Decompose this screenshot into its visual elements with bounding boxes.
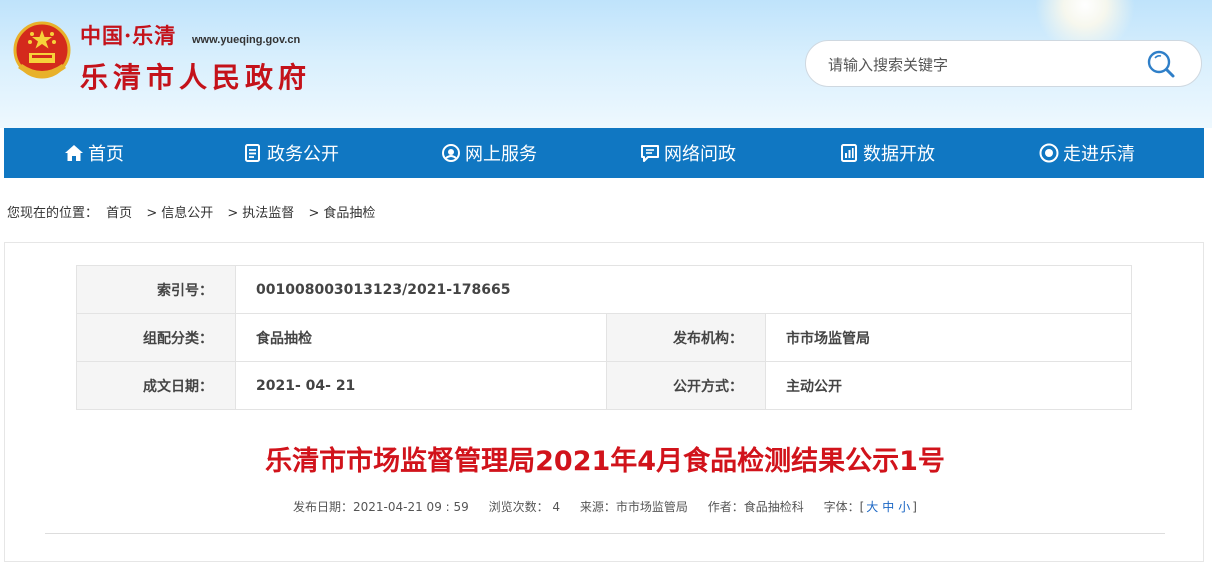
nav-item-open-data[interactable]: 数据开放 [839,128,935,178]
article-source: 来源：市市场监管局 [579,500,688,514]
nav-label: 数据开放 [863,144,935,165]
font-size-close: ] [912,500,917,514]
breadcrumb-item-enforcement[interactable]: 执法监督 [242,206,294,221]
font-size-label: 字体：[ [823,500,865,514]
article-container: 索引号： 001008003013123/2021-178665 组配分类： 食… [4,242,1204,562]
date-value: 2021- 04- 21 [235,361,607,410]
nav-label: 首页 [88,144,124,165]
info-table: 索引号： 001008003013123/2021-178665 组配分类： 食… [76,265,1132,410]
nav-label: 网上服务 [465,144,537,165]
nav-item-gov-affairs[interactable]: 政务公开 [243,128,339,178]
eye-icon [1039,143,1059,163]
logo-small-text[interactable]: 中国·乐清 [80,20,176,50]
nav-label: 走进乐清 [1063,144,1135,165]
nav-label: 政务公开 [267,144,339,165]
main-nav: 首页 政务公开 网上服务 网络问政 数据开放 走进乐清 [4,128,1204,178]
nav-item-home[interactable]: 首页 [64,128,124,178]
search-icon[interactable] [1146,49,1178,79]
publish-date: 发布日期：2021-04-21 09 : 59 [293,500,469,514]
nav-item-online-service[interactable]: 网上服务 [441,128,537,178]
font-large-link[interactable]: 大 [866,500,878,514]
font-medium-link[interactable]: 中 [882,500,894,514]
mode-value: 主动公开 [765,361,1132,410]
view-count: 浏览次数： 4 [488,500,561,514]
table-row: 组配分类： 食品抽检 发布机构： 市市场监管局 [76,313,1132,362]
service-icon [442,144,460,162]
breadcrumb-separator: > [146,206,158,221]
article-author: 作者：食品抽检科 [707,500,804,514]
search-box [805,40,1202,87]
national-emblem-icon[interactable] [12,20,72,84]
search-input[interactable] [826,52,1130,78]
site-header: 中国·乐清 www.yueqing.gov.cn 乐清市人民政府 [0,0,1212,128]
category-value: 食品抽检 [235,313,607,362]
breadcrumb-separator: > [308,206,320,221]
article-title: 乐清市市场监督管理局2021年4月食品检测结果公示1号 [265,446,945,477]
breadcrumb-prefix: 您现在的位置： [7,206,99,221]
mode-label: 公开方式： [606,361,766,410]
chat-icon [641,145,659,162]
nav-label: 网络问政 [664,144,736,165]
breadcrumb-item-home[interactable]: 首页 [106,206,132,221]
index-label: 索引号： [76,265,236,314]
table-row: 成文日期： 2021- 04- 21 公开方式： 主动公开 [76,361,1132,410]
table-row: 索引号： 001008003013123/2021-178665 [76,265,1132,314]
breadcrumb-separator: > [227,206,239,221]
breadcrumb-item-food-inspection[interactable]: 食品抽检 [323,206,375,221]
font-size-control: 字体：[大中小] [824,500,917,514]
divider [45,533,1165,534]
data-icon [841,144,857,162]
category-label: 组配分类： [76,313,236,362]
document-icon [245,144,260,162]
nav-item-online-politics[interactable]: 网络问政 [640,128,736,178]
date-label: 成文日期： [76,361,236,410]
index-value: 001008003013123/2021-178665 [235,265,1132,314]
publisher-label: 发布机构： [606,313,766,362]
logo-url[interactable]: www.yueqing.gov.cn [192,34,300,46]
publisher-value: 市市场监管局 [765,313,1132,362]
breadcrumb: 您现在的位置： 首页 > 信息公开 > 执法监督 > 食品抽检 [7,202,379,221]
breadcrumb-item-info[interactable]: 信息公开 [161,206,213,221]
nav-item-about-yueqing[interactable]: 走进乐清 [1039,128,1135,178]
article-meta: 发布日期：2021-04-21 09 : 59 浏览次数： 4 来源：市市场监管… [5,498,1205,515]
font-small-link[interactable]: 小 [898,500,910,514]
home-icon [65,145,83,161]
logo-main-text[interactable]: 乐清市人民政府 [80,56,311,96]
